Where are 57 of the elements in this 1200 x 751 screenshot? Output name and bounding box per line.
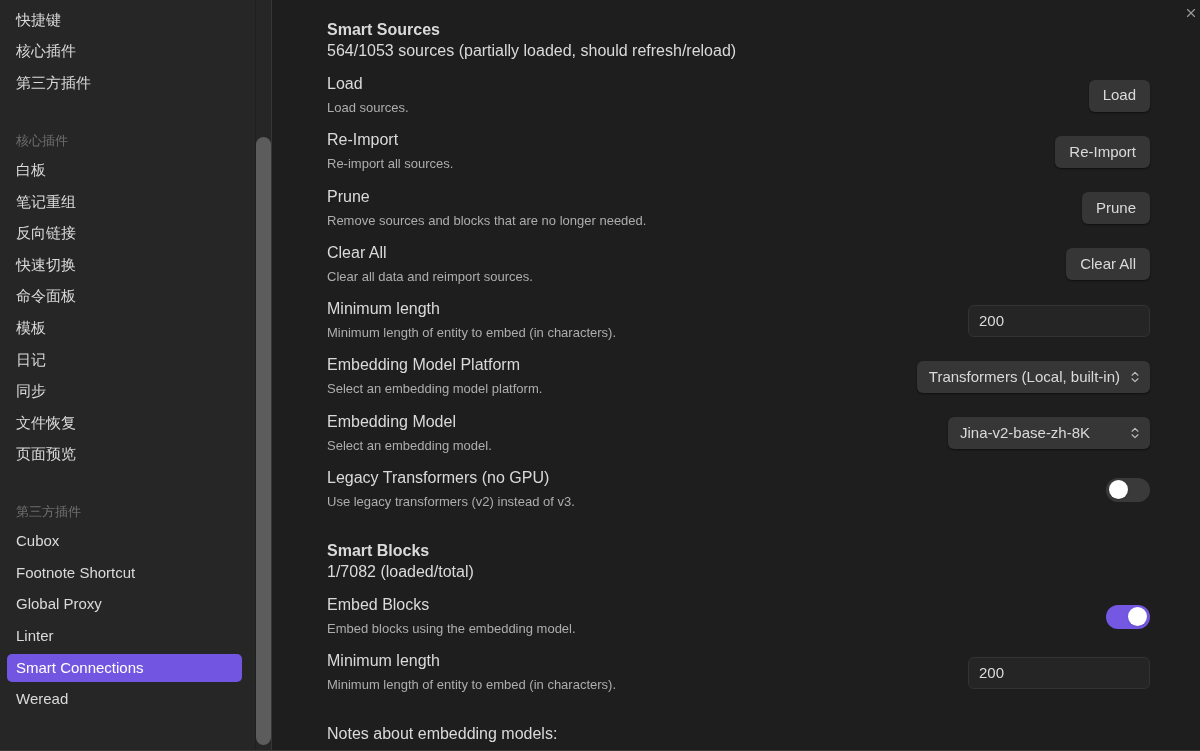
sidebar-item[interactable]: 第三方插件 [7, 69, 242, 98]
setting-name: Load [327, 74, 364, 94]
setting-name: Embed Blocks [327, 595, 431, 616]
sidebar-item[interactable]: Footnote Shortcut [7, 559, 242, 588]
close-icon[interactable] [1184, 6, 1198, 20]
setting-description: Minimum length of entity to embed (in characters). [327, 324, 616, 343]
setting-description: Re-import all sources. [327, 155, 454, 174]
action-button[interactable]: Clear All [1066, 248, 1150, 281]
sidebar-item[interactable]: Linter [7, 622, 242, 651]
sidebar-item[interactable]: 白板 [7, 156, 242, 185]
sidebar-item[interactable]: Global Proxy [7, 590, 242, 619]
sidebar-item[interactable]: 笔记重组 [7, 187, 242, 216]
action-button[interactable]: Load [1088, 79, 1150, 112]
sidebar-item[interactable]: 模板 [7, 314, 242, 343]
sidebar-item[interactable]: Smart Connections [7, 653, 242, 682]
section-title: Smart Blocks [327, 541, 431, 562]
setting-description: Minimum length of entity to embed (in characters). [327, 676, 616, 695]
setting-name: Minimum length [327, 299, 441, 320]
sidebar-item[interactable]: 命令面板 [7, 282, 242, 311]
setting-description: Remove sources and blocks that are no longer needed. [327, 211, 647, 230]
setting-description: Load sources. [327, 99, 409, 117]
setting-name: Embedding Model Platform [327, 355, 521, 376]
toggle-switch[interactable] [1106, 604, 1150, 629]
setting-description: Use legacy transformers (v2) instead of v3. [327, 493, 575, 512]
setting-name: Re-Import [327, 130, 400, 151]
sidebar-item[interactable]: 快速切换 [7, 250, 242, 279]
sidebar-item[interactable]: 反向链接 [7, 219, 242, 248]
sidebar-item[interactable]: 文件恢复 [7, 408, 242, 437]
setting-name: Clear All [327, 242, 388, 263]
setting-name: Embedding Model [327, 411, 457, 432]
sidebar-item[interactable]: Weread [7, 685, 242, 714]
toggle-switch[interactable] [1106, 477, 1150, 502]
select-dropdown[interactable]: Jina-v2-base-zh-8K [948, 417, 1150, 450]
setting-description: Clear all data and reimport sources. [327, 267, 533, 286]
sidebar-item[interactable]: Cubox [7, 527, 242, 556]
setting-description: Select an embedding model platform. [327, 380, 543, 399]
scrollbar[interactable] [256, 137, 271, 745]
action-button[interactable]: Prune [1081, 192, 1150, 225]
section-status: 564/1053 sources (partially loaded, should refresh/reload) [327, 41, 738, 61]
setting-description: Select an embedding model. [327, 436, 492, 455]
number-input[interactable]: 200 [968, 656, 1150, 689]
sidebar-item[interactable]: 同步 [7, 377, 242, 406]
sidebar-item[interactable]: 快捷键 [7, 6, 242, 34]
sidebar-item[interactable]: 页面预览 [7, 440, 242, 469]
notes-heading: Notes about embedding models: [327, 724, 559, 745]
setting-name: Prune [327, 186, 371, 207]
sidebar-item[interactable]: 日记 [7, 345, 242, 374]
number-input[interactable]: 200 [968, 304, 1150, 337]
section-title: Smart Sources [327, 20, 441, 40]
setting-description: Embed blocks using the embedding model. [327, 620, 576, 639]
select-dropdown[interactable]: Transformers (Local, built-in) [916, 361, 1150, 393]
action-button[interactable]: Re-Import [1055, 135, 1150, 168]
sidebar-item[interactable]: 核心插件 [7, 37, 242, 66]
section-status: 1/7082 (loaded/total) [327, 562, 475, 583]
setting-name: Minimum length [327, 651, 441, 672]
setting-name: Legacy Transformers (no GPU) [327, 468, 551, 489]
sidebar-heading: 核心插件 [16, 131, 68, 150]
